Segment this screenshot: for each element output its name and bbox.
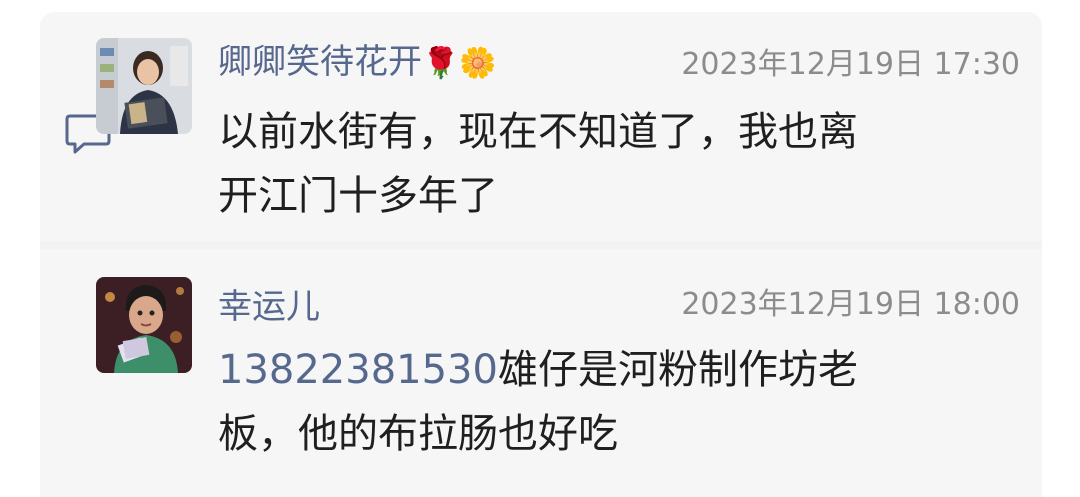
comment-author[interactable]: 幸运儿 [218,279,320,328]
comment-timestamp: 2023年12月19日 17:30 [681,47,1020,82]
blossom-emoji: 🌼 [459,46,497,81]
comment-text-line: 开江门十多年了 [218,173,498,219]
comment-divider [40,241,1042,249]
author-name[interactable]: 卿卿笑待花开 [218,42,422,82]
mention-link[interactable]: 13822381530 [218,347,498,393]
comment-text-line: 板，他的布拉肠也好吃 [218,411,618,457]
rose-emoji: 🌹 [422,46,460,81]
comment-text: 以前水街有，现在不知道了，我也离 开江门十多年了 [218,104,958,224]
comment-timestamp: 2023年12月19日 18:00 [681,287,1020,322]
comment-text-line: 以前水街有，现在不知道了，我也离 [218,109,858,155]
avatar[interactable] [96,38,192,134]
comment-text: 13822381530雄仔是河粉制作坊老 板，他的布拉肠也好吃 [218,342,958,462]
avatar[interactable] [96,277,192,373]
comment-text-segment: 雄仔是河粉制作坊老 [497,347,858,393]
comment-text-line: 13822381530雄仔是河粉制作坊老 [218,342,958,398]
comment-author[interactable]: 卿卿笑待花开🌹🌼 [218,34,497,83]
